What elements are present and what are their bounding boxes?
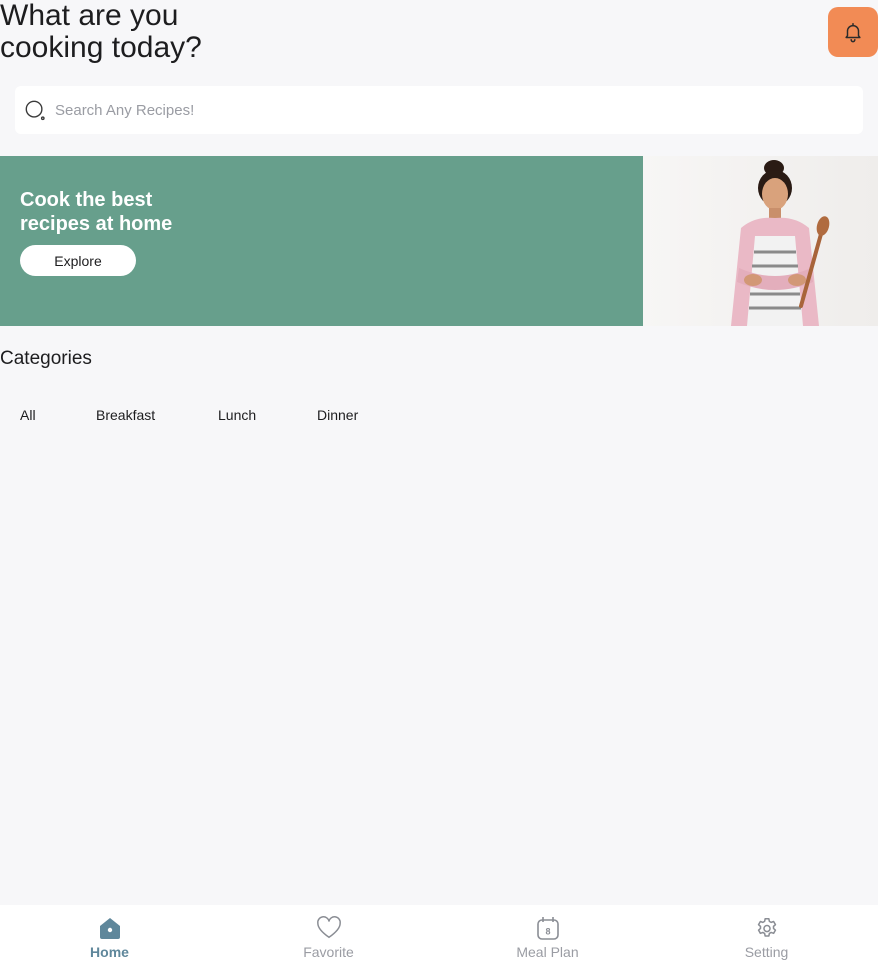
- nav-item-favorite[interactable]: Favorite: [219, 905, 438, 968]
- woman-chef-photo: [643, 156, 878, 326]
- home-icon: [97, 915, 123, 941]
- app-screen: What are you cooking today? Cook the bes…: [0, 0, 878, 968]
- nav-label-meal-plan: Meal Plan: [516, 944, 579, 960]
- category-tab-lunch[interactable]: Lunch: [218, 406, 256, 426]
- bell-icon: [842, 21, 864, 43]
- bottom-navigation: Home Favorite 8 Meal Plan Setting: [0, 905, 878, 968]
- categories-heading: Categories: [0, 348, 92, 369]
- nav-label-setting: Setting: [744, 944, 789, 960]
- heart-icon: [316, 915, 342, 941]
- nav-label-favorite: Favorite: [303, 944, 354, 960]
- notification-button[interactable]: [828, 7, 878, 57]
- nav-label-home: Home: [90, 944, 129, 960]
- nav-item-meal-plan[interactable]: 8 Meal Plan: [438, 905, 657, 968]
- hero-title: Cook the best recipes at home: [20, 189, 173, 235]
- nav-item-setting[interactable]: Setting: [657, 905, 876, 968]
- search-input[interactable]: [55, 90, 815, 130]
- category-tab-all[interactable]: All: [20, 406, 36, 426]
- page-title: What are you cooking today?: [0, 0, 202, 64]
- hero-banner: Cook the best recipes at home Explore: [0, 156, 878, 326]
- header: What are you cooking today?: [0, 0, 878, 72]
- search-bar[interactable]: [15, 86, 863, 134]
- calendar-icon: 8: [535, 915, 561, 941]
- gear-icon: [754, 915, 780, 941]
- calendar-badge: 8: [545, 927, 550, 937]
- category-tab-dinner[interactable]: Dinner: [317, 406, 358, 426]
- explore-button[interactable]: Explore: [20, 245, 136, 276]
- search-icon: [24, 99, 46, 121]
- category-tab-breakfast[interactable]: Breakfast: [96, 406, 155, 426]
- nav-item-home[interactable]: Home: [0, 905, 219, 968]
